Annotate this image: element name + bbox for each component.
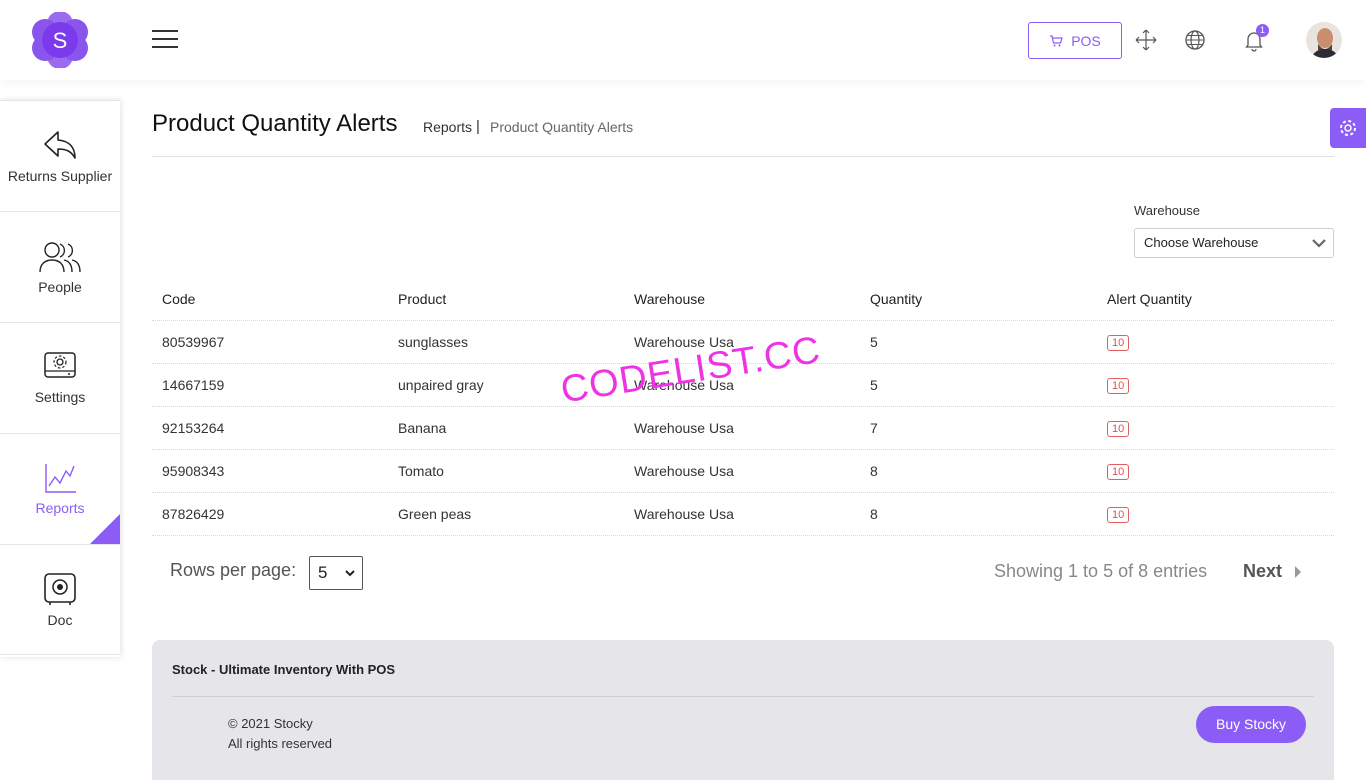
alert-quantity-badge: 10: [1107, 464, 1130, 481]
cell-warehouse: Warehouse Usa: [634, 506, 734, 522]
cell-alert: 10: [1107, 493, 1130, 536]
sidebar-item-reports[interactable]: Reports: [0, 433, 120, 544]
cell-code: 92153264: [162, 420, 225, 436]
logo-letter: S: [53, 28, 68, 53]
pos-label: POS: [1071, 32, 1101, 49]
cell-quantity: 7: [870, 420, 878, 436]
cell-quantity: 5: [870, 334, 878, 350]
table-row: 95908343 Tomato Warehouse Usa 8 10: [152, 450, 1334, 493]
column-header-quantity[interactable]: Quantity: [870, 278, 922, 321]
sidebar-item-doc[interactable]: Doc: [0, 544, 120, 655]
warehouse-select-value: Choose Warehouse: [1144, 235, 1259, 250]
cell-code: 14667159: [162, 377, 225, 393]
cell-product: sunglasses: [398, 334, 469, 350]
footer: Stock - Ultimate Inventory With POS © 20…: [152, 640, 1334, 780]
sidebar-item-settings[interactable]: Settings: [0, 322, 120, 433]
people-icon: [39, 242, 81, 273]
column-header-product[interactable]: Product: [398, 278, 446, 321]
logo[interactable]: S: [30, 11, 90, 69]
settings-icon: [44, 352, 76, 378]
cell-warehouse: Warehouse Usa: [634, 463, 734, 479]
sidebar-item-label: People: [38, 279, 82, 295]
language-globe-icon[interactable]: [1183, 28, 1207, 52]
chevron-down-icon: [345, 570, 355, 577]
chevron-down-icon: [1312, 239, 1326, 248]
sidebar-item-label: Returns Supplier: [7, 168, 113, 184]
cell-code: 80539967: [162, 334, 225, 350]
footer-title: Stock - Ultimate Inventory With POS: [172, 662, 396, 677]
column-header-alert-quantity[interactable]: Alert Quantity: [1107, 278, 1192, 321]
cell-alert: 10: [1107, 407, 1130, 450]
table-row: 87826429 Green peas Warehouse Usa 8 10: [152, 493, 1334, 536]
alert-quantity-badge: 10: [1107, 335, 1130, 352]
rows-per-page-value: 5: [318, 563, 328, 582]
entries-info: Showing 1 to 5 of 8 entries: [994, 561, 1208, 581]
logo-icon: S: [32, 11, 88, 69]
chevron-right-icon[interactable]: [1295, 566, 1301, 578]
sidebar-item-label: Doc: [47, 611, 73, 628]
breadcrumb-current: Product Quantity Alerts: [490, 119, 634, 135]
column-header-warehouse[interactable]: Warehouse: [634, 278, 705, 321]
doc-icon: [44, 572, 76, 605]
warehouse-filter-label: Warehouse: [1134, 203, 1200, 218]
alert-quantity-badge: 10: [1107, 421, 1130, 438]
breadcrumb-separator: |: [476, 118, 480, 135]
rights-text: All rights reserved: [228, 736, 333, 751]
cell-code: 87826429: [162, 506, 225, 522]
title-divider: [152, 156, 1334, 157]
customizer-toggle[interactable]: [1330, 108, 1366, 148]
rows-per-page-select[interactable]: 5: [309, 556, 363, 590]
notification-badge: 1: [1256, 24, 1269, 37]
cell-quantity: 8: [870, 463, 878, 479]
cell-product: Green peas: [398, 506, 472, 522]
footer-copyright: © 2021 Stocky All rights reserved: [228, 714, 332, 754]
top-header: S POS 1: [0, 0, 1366, 80]
chart-icon: [45, 464, 76, 493]
next-page-button[interactable]: Next: [1243, 561, 1282, 582]
menu-toggle-icon[interactable]: [152, 30, 178, 50]
cell-quantity: 8: [870, 506, 878, 522]
cell-quantity: 5: [870, 377, 878, 393]
sidebar-item-people[interactable]: People: [0, 211, 120, 322]
alert-quantity-badge: 10: [1107, 378, 1130, 395]
gear-icon: [1340, 120, 1356, 136]
page-title: Product Quantity Alerts: [152, 110, 398, 137]
user-avatar[interactable]: [1306, 22, 1342, 58]
footer-divider: [172, 696, 1314, 697]
warehouse-select[interactable]: Choose Warehouse: [1134, 228, 1334, 258]
alert-quantity-badge: 10: [1107, 507, 1130, 524]
cell-code: 95908343: [162, 463, 225, 479]
copyright-text: © 2021 Stocky: [228, 716, 313, 731]
fullscreen-icon[interactable]: [1134, 28, 1158, 52]
rows-per-page-label: Rows per page:: [170, 560, 297, 580]
cart-icon: [1050, 34, 1064, 46]
sidebar-item-returns-supplier[interactable]: Returns Supplier: [0, 100, 120, 211]
breadcrumb-reports[interactable]: Reports: [423, 119, 472, 135]
cell-product: Banana: [398, 420, 447, 436]
table-header-row: Code Product Warehouse Quantity Alert Qu…: [152, 278, 1334, 321]
pos-button[interactable]: POS: [1028, 22, 1122, 59]
cell-alert: 10: [1107, 450, 1130, 493]
alerts-table: Code Product Warehouse Quantity Alert Qu…: [152, 278, 1334, 536]
table-row: 92153264 Banana Warehouse Usa 7 10: [152, 407, 1334, 450]
cell-alert: 10: [1107, 364, 1130, 407]
cell-product: unpaired gray: [398, 377, 484, 393]
sidebar-item-label: Reports: [35, 500, 85, 516]
sidebar: Returns Supplier People Settings Reports: [0, 100, 120, 657]
cell-alert: 10: [1107, 321, 1130, 364]
column-header-code[interactable]: Code: [162, 278, 195, 321]
sidebar-item-label: Settings: [34, 389, 86, 405]
return-arrow-icon: [44, 131, 76, 159]
cell-product: Tomato: [398, 463, 444, 479]
cell-warehouse: Warehouse Usa: [634, 420, 734, 436]
buy-stocky-button[interactable]: Buy Stocky: [1196, 706, 1306, 743]
